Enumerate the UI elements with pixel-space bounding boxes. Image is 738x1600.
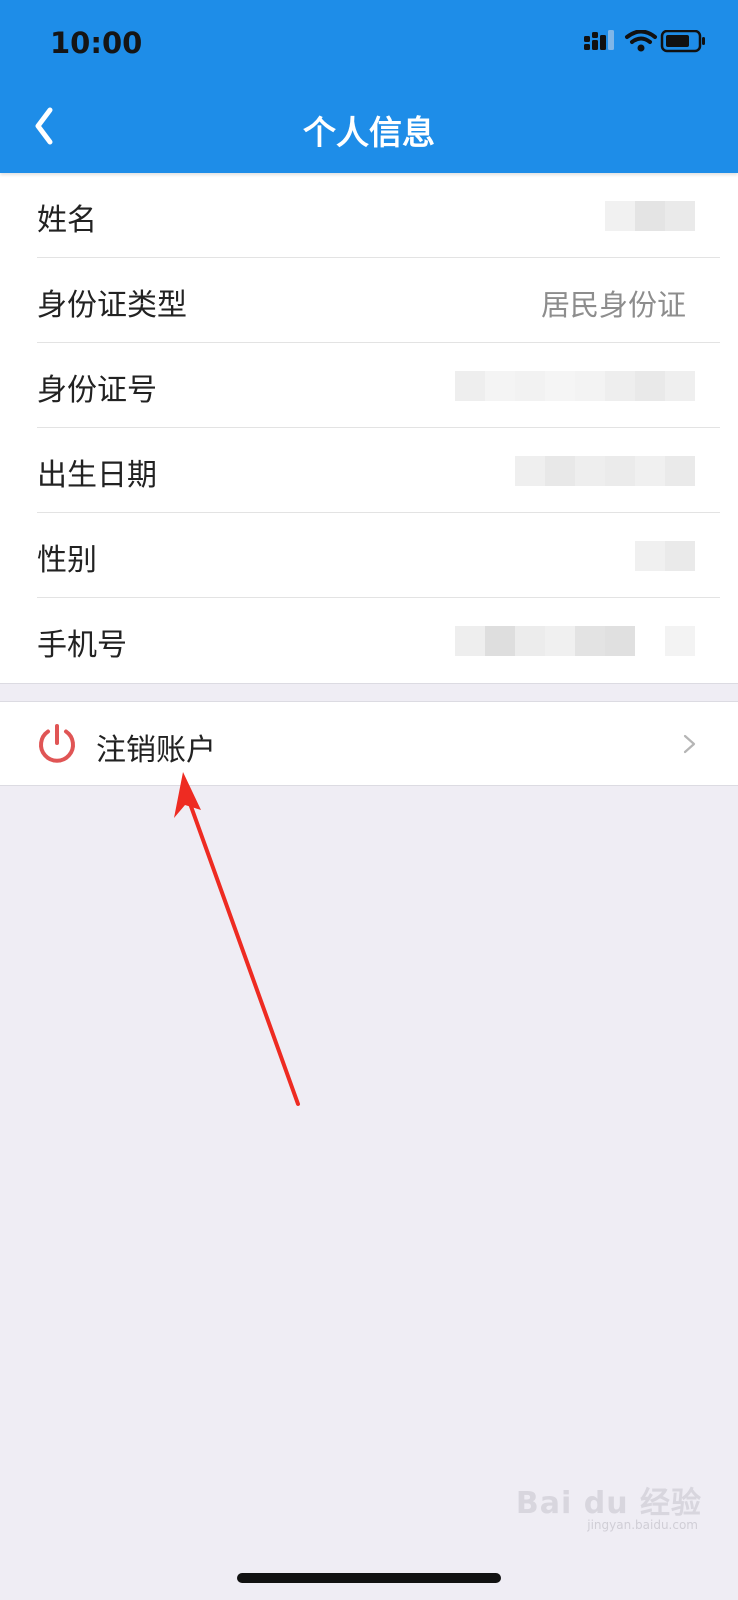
cancel-account-button[interactable]: 注销账户 <box>0 701 738 786</box>
info-row-phone: 手机号 <box>0 598 738 683</box>
status-time: 10:00 <box>50 26 143 60</box>
battery-icon <box>660 29 705 53</box>
home-indicator[interactable] <box>237 1573 501 1583</box>
phone-label: 手机号 <box>37 628 127 663</box>
wifi-icon <box>625 29 657 52</box>
redacted-name-value <box>605 201 695 231</box>
birthdate-label: 出生日期 <box>37 458 157 493</box>
power-icon <box>39 724 75 763</box>
baidu-jingyan-watermark-logo: Bai du 经验 <box>515 1486 702 1521</box>
info-row-gender: 性别 <box>0 513 738 598</box>
cancel-account-label: 注销账户 <box>96 733 216 768</box>
info-row-id-number: 身份证号 <box>0 343 738 428</box>
redacted-phone-value <box>455 626 695 656</box>
id-type-label: 身份证类型 <box>37 288 187 323</box>
app-header: 10:00 个人信息 <box>0 0 738 173</box>
status-icons <box>584 29 706 58</box>
redacted-birthdate-value <box>515 456 695 486</box>
redacted-id-number-value <box>455 371 695 401</box>
id-type-value: 居民身份证 <box>540 288 686 322</box>
info-row-birthdate: 出生日期 <box>0 428 738 513</box>
info-row-id-type: 身份证类型 居民身份证 <box>0 258 738 343</box>
page-title: 个人信息 <box>303 113 435 152</box>
redacted-gender-value <box>635 541 695 571</box>
name-label: 姓名 <box>37 203 97 238</box>
cellular-signal-icon <box>584 30 614 50</box>
gender-label: 性别 <box>37 543 97 578</box>
baidu-jingyan-watermark-url: jingyan.baidu.com <box>587 1518 698 1532</box>
id-number-label: 身份证号 <box>37 373 157 408</box>
chevron-right-icon <box>683 734 696 754</box>
personal-info-list: 姓名 身份证类型 居民身份证 身份证号 出生日期 性别 手机号 <box>0 173 738 684</box>
info-row-name: 姓名 <box>0 173 738 258</box>
